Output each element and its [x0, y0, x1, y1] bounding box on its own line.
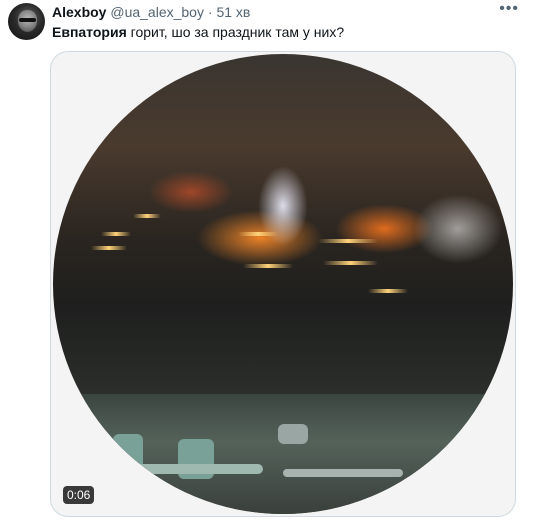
video-glow — [413, 194, 503, 264]
tweet-text-bold: Евпатория — [52, 24, 127, 40]
avatar[interactable] — [8, 3, 45, 40]
fire-light — [91, 246, 127, 250]
fire-light — [243, 264, 293, 268]
pipe-shape — [278, 424, 308, 444]
tweet-time[interactable]: 51 хв — [216, 4, 250, 20]
pipe-shape — [283, 469, 403, 477]
separator: · — [207, 4, 213, 20]
pipe-shape — [133, 464, 263, 474]
tweet-text-rest: горит, шо за праздник там у них? — [126, 24, 345, 40]
fire-light — [368, 289, 408, 293]
tweet-text: Евпатория горит, шо за праздник там у ни… — [52, 23, 344, 41]
video-frame[interactable] — [53, 54, 513, 514]
tweet[interactable]: Alexboy @ua_alex_boy · 51 хв ••• Евпатор… — [0, 0, 545, 523]
video-duration-badge: 0:06 — [63, 486, 95, 504]
avatar-glasses — [19, 18, 36, 22]
author-handle[interactable]: @ua_alex_boy — [110, 4, 204, 20]
more-horizontal-icon[interactable]: ••• — [499, 1, 519, 17]
video-industrial-foreground — [53, 394, 513, 514]
fire-light — [238, 232, 278, 236]
fire-light — [101, 232, 131, 236]
video-player[interactable]: 0:06 — [50, 51, 516, 517]
fire-light — [323, 261, 378, 265]
fire-light — [133, 214, 161, 218]
tweet-header: Alexboy @ua_alex_boy · 51 хв — [52, 4, 250, 20]
fire-light — [318, 239, 378, 243]
pipe-shape — [113, 434, 143, 489]
author-name[interactable]: Alexboy — [52, 4, 106, 20]
